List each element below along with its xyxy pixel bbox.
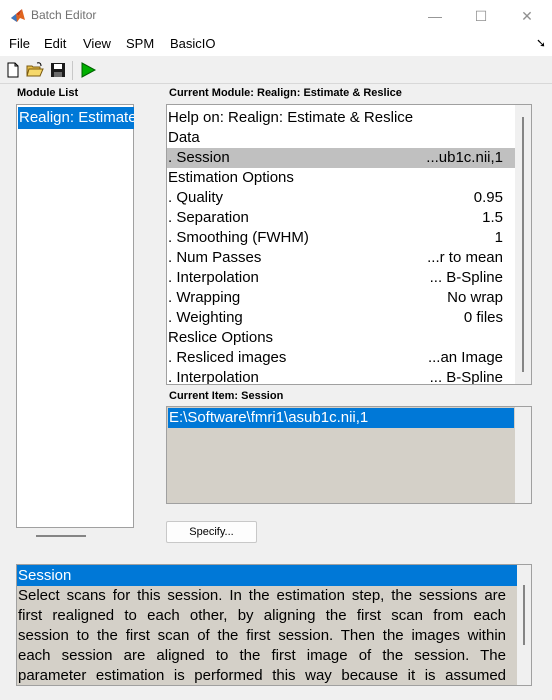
help-scrollbar[interactable] (517, 565, 531, 685)
minimize-button[interactable]: — (412, 0, 458, 32)
help-title: Session (17, 565, 517, 586)
help-line-text: each session are aligned to the first im… (18, 647, 506, 664)
menu-view[interactable]: View (83, 36, 111, 51)
menu-basicio[interactable]: BasicIO (170, 36, 216, 51)
module-row[interactable]: . Resliced images ...an Image (167, 348, 515, 368)
row-key: . Weighting (168, 309, 243, 326)
scrollbar-thumb[interactable] (523, 585, 525, 645)
row-key: . Smoothing (FWHM) (168, 229, 309, 246)
module-row[interactable]: . Weighting 0 files (167, 308, 515, 328)
module-row[interactable]: . Interpolation ... B-Spline (167, 268, 515, 288)
module-scrollbar[interactable] (515, 105, 531, 384)
row-key: . Resliced images (168, 349, 287, 366)
maximize-button[interactable]: ☐ (458, 0, 504, 32)
module-row-selected[interactable]: . Session ...ub1c.nii,1 (167, 148, 515, 168)
row-value: 0 files (463, 309, 503, 326)
close-button[interactable]: ✕ (504, 0, 550, 32)
current-item-value[interactable]: E:\Software\fmri1\asub1c.nii,1 (168, 408, 514, 428)
run-icon[interactable] (79, 61, 97, 79)
menu-file[interactable]: File (9, 36, 30, 51)
toolbar-separator (72, 61, 73, 80)
module-list-item[interactable]: Realign: Estimate & Reslice (18, 107, 134, 129)
help-text-line: parameter estimation is performed this w… (18, 666, 506, 685)
row-key: . Interpolation (168, 369, 259, 385)
scrollbar-thumb[interactable] (522, 117, 524, 372)
scrollbar-thumb[interactable] (36, 535, 86, 537)
menu-spm[interactable]: SPM (126, 36, 154, 51)
matlab-icon (11, 9, 25, 22)
help-text-line: Select scans for this session. In the es… (18, 586, 506, 606)
menu-bar: File Edit View SPM BasicIO ➘ (0, 32, 552, 56)
save-icon[interactable] (49, 61, 67, 79)
row-value: ...an Image (427, 349, 503, 366)
row-key: . Interpolation (168, 269, 259, 286)
row-value: ...r to mean (427, 249, 503, 266)
row-key: . Separation (168, 209, 249, 226)
module-row[interactable]: . Separation 1.5 (167, 208, 515, 228)
menu-overflow-arrow-icon[interactable]: ➘ (536, 36, 546, 50)
row-value: ...ub1c.nii,1 (426, 149, 503, 166)
help-line-text: Select scans for this session. In the es… (18, 587, 506, 604)
module-row[interactable]: Estimation Options (167, 168, 515, 188)
module-list-label: Module List (17, 87, 79, 99)
row-value: ... B-Spline (429, 269, 503, 286)
help-line-text: session to the first scan of the first s… (18, 627, 506, 644)
row-value: ... B-Spline (429, 369, 503, 385)
help-text-line: first realigned to each other, by aligni… (18, 606, 506, 626)
help-line-text: parameter estimation is performed this w… (18, 667, 506, 684)
window-title: Batch Editor (31, 8, 97, 22)
row-key: Reslice Options (168, 329, 274, 346)
help-line-text: first realigned to each other, by aligni… (18, 607, 506, 624)
module-list[interactable]: Realign: Estimate & Reslice (16, 104, 134, 528)
module-row[interactable]: . Num Passes ...r to mean (167, 248, 515, 268)
module-list-scrollbar[interactable] (16, 528, 134, 544)
module-row[interactable]: Help on: Realign: Estimate & Reslice (167, 108, 515, 128)
row-key: Help on: Realign: Estimate & Reslice (168, 109, 414, 126)
row-key: . Num Passes (168, 249, 262, 266)
toolbar (0, 57, 552, 84)
current-item-list[interactable]: E:\Software\fmri1\asub1c.nii,1 (166, 406, 532, 504)
menu-edit[interactable]: Edit (44, 36, 66, 51)
module-row[interactable]: Reslice Options (167, 328, 515, 348)
specify-button[interactable]: Specify... (166, 521, 257, 543)
item-scrollbar[interactable] (515, 407, 531, 503)
open-folder-icon[interactable] (26, 61, 44, 79)
module-row[interactable]: . Wrapping No wrap (167, 288, 515, 308)
module-row[interactable]: . Smoothing (FWHM) 1 (167, 228, 515, 248)
row-value: 0.95 (473, 189, 503, 206)
title-bar: Batch Editor — ☐ ✕ (0, 0, 552, 32)
row-key: . Wrapping (168, 289, 241, 306)
row-key: . Session (168, 149, 230, 166)
help-panel[interactable]: Session Select scans for this session. I… (16, 564, 532, 686)
new-file-icon[interactable] (4, 61, 22, 79)
module-row[interactable]: Data (167, 128, 515, 148)
row-value: No wrap (447, 289, 503, 306)
module-row[interactable]: . Interpolation ... B-Spline (167, 368, 515, 385)
current-module-list[interactable]: Help on: Realign: Estimate & Reslice Dat… (166, 104, 532, 385)
current-item-label: Current Item: Session (169, 390, 284, 402)
row-value: 1 (494, 229, 503, 246)
row-key: . Quality (168, 189, 224, 206)
help-text-line: each session are aligned to the first im… (18, 646, 506, 666)
current-module-label: Current Module: Realign: Estimate & Resl… (169, 87, 402, 99)
row-key: Data (168, 129, 200, 146)
help-text-line: session to the first scan of the first s… (18, 626, 506, 646)
row-value: 1.5 (482, 209, 503, 226)
row-key: Estimation Options (168, 169, 294, 186)
module-row[interactable]: . Quality 0.95 (167, 188, 515, 208)
